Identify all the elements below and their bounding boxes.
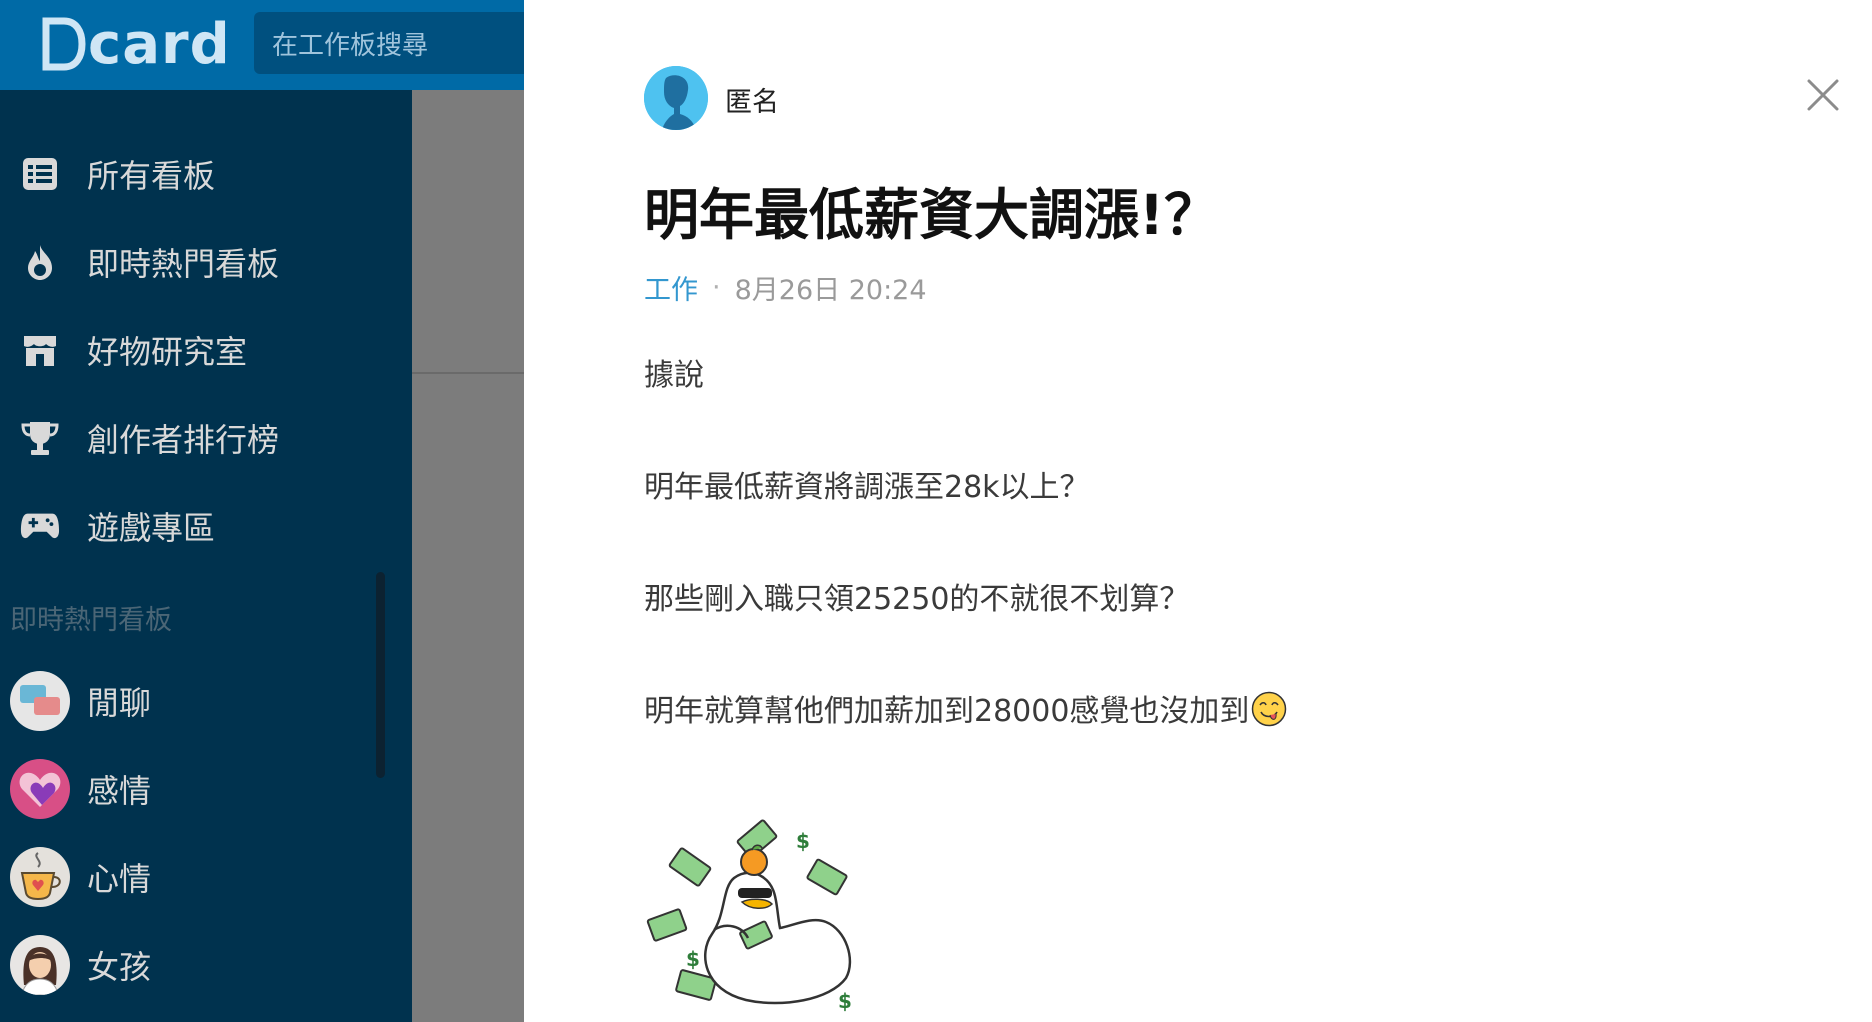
girl-icon <box>10 935 70 995</box>
author-name: 匿名 <box>725 87 779 118</box>
board-label: 心情 <box>87 860 152 898</box>
sidebar-item-label: 所有看板 <box>87 157 216 195</box>
top-bar: card 在工作板搜尋 <box>0 0 544 90</box>
meta-separator: · <box>712 272 721 303</box>
dcard-logo-icon <box>42 17 86 71</box>
coffee-cup-icon <box>10 847 70 907</box>
post-body-line-with-emoji: 明年就算幫他們加薪加到28000感覺也沒加到 <box>644 686 1287 730</box>
post-body-text: 明年就算幫他們加薪加到28000感覺也沒加到 <box>644 694 1250 729</box>
board-label: 閒聊 <box>87 684 152 722</box>
search-input[interactable]: 在工作板搜尋 <box>254 12 544 74</box>
store-icon <box>20 330 60 370</box>
forum-link[interactable]: 工作 <box>644 268 698 307</box>
background-divider <box>412 372 524 374</box>
sidebar-item-label: 即時熱門看板 <box>87 245 280 283</box>
sidebar-item-label: 好物研究室 <box>87 333 248 371</box>
duck-money-sticker: $ $ $ <box>642 818 882 1018</box>
dcard-logo[interactable]: card <box>42 11 231 77</box>
sidebar-item-creator-ranking[interactable]: 創作者排行榜 <box>0 403 412 473</box>
anonymous-avatar-icon <box>644 66 708 130</box>
board-item-girl[interactable]: 女孩 <box>0 930 412 1000</box>
board-item-chat[interactable]: 閒聊 <box>0 666 412 736</box>
post-meta: 工作 · 8月26日 20:24 <box>644 268 927 307</box>
sidebar-item-games[interactable]: 遊戲專區 <box>0 491 412 561</box>
heart-icon <box>10 759 70 819</box>
sidebar: 所有看板 即時熱門看板 好物研究室 創作者排行榜 遊戲專區 即時熱門看板 閒聊 … <box>0 90 412 1022</box>
post-title: 明年最低薪資大調漲!？ <box>644 183 1220 247</box>
post-body-line: 那些剛入職只領25250的不就很不划算？ <box>644 582 1190 617</box>
svg-text:$: $ <box>796 829 810 853</box>
sidebar-item-label: 遊戲專區 <box>87 509 216 547</box>
board-item-relationship[interactable]: 感情 <box>0 754 412 824</box>
search-placeholder: 在工作板搜尋 <box>272 30 429 61</box>
sidebar-item-label: 創作者排行榜 <box>87 421 280 459</box>
board-label: 女孩 <box>87 948 152 986</box>
board-item-mood[interactable]: 心情 <box>0 842 412 912</box>
post-modal: 匿名 明年最低薪資大調漲!？ 工作 · 8月26日 20:24 據說 明年最低薪… <box>524 0 1872 1022</box>
board-label: 感情 <box>87 772 152 810</box>
trophy-icon <box>20 418 60 458</box>
close-icon[interactable] <box>1806 78 1840 112</box>
list-icon <box>20 154 60 194</box>
background-overlay[interactable] <box>412 90 524 1022</box>
post-timestamp: 8月26日 20:24 <box>734 275 927 306</box>
svg-text:$: $ <box>686 947 700 971</box>
hot-boards-heading: 即時熱門看板 <box>10 605 172 636</box>
gamepad-icon <box>20 506 60 546</box>
logo-text: card <box>88 11 231 77</box>
post-body-line: 明年最低薪資將調漲至28k以上？ <box>644 470 1090 505</box>
chat-bubbles-icon <box>10 671 70 731</box>
post-body-line: 據說 <box>644 358 704 393</box>
sidebar-item-goods-lab[interactable]: 好物研究室 <box>0 315 412 385</box>
fire-icon <box>20 242 60 282</box>
sidebar-item-hot-boards[interactable]: 即時熱門看板 <box>0 227 412 297</box>
sidebar-item-all-boards[interactable]: 所有看板 <box>0 139 412 209</box>
svg-text:$: $ <box>838 989 852 1013</box>
yum-face-emoji-icon <box>1251 691 1287 727</box>
